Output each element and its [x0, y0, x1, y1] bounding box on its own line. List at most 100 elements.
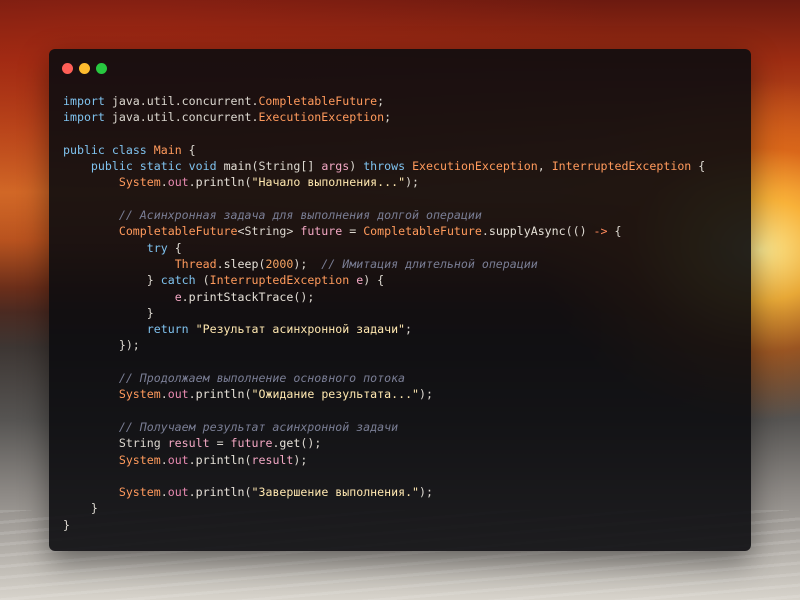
code-token-str: "Ожидание результата..." — [251, 387, 420, 402]
code-line: public class Main { — [63, 142, 705, 158]
code-line: // Продолжаем выполнение основного поток… — [63, 370, 705, 386]
code-line: Thread.sleep(2000); // Имитация длительн… — [63, 256, 705, 272]
code-token-plain: . — [188, 387, 196, 402]
close-dot-icon[interactable] — [62, 63, 73, 74]
code-token-plain: { — [167, 240, 182, 255]
code-token-fn: supplyAsync — [488, 224, 566, 239]
code-token-plain: java.util.concurrent. — [104, 110, 259, 125]
code-line: }); — [63, 337, 705, 353]
code-line: public static void main(String[] args) t… — [63, 158, 705, 174]
code-token-plain: }); — [63, 338, 140, 353]
code-token-type: ExecutionException — [258, 110, 385, 125]
code-token-plain: ( — [195, 273, 210, 288]
code-token-plain: } — [63, 501, 98, 516]
code-token-plain: . — [181, 289, 189, 304]
code-token-kw: import — [63, 94, 105, 108]
code-block: import java.util.concurrent.CompletableF… — [63, 93, 705, 533]
code-token-field: out — [167, 485, 189, 500]
code-token-field: out — [167, 452, 189, 467]
code-token-kw: try — [146, 240, 168, 255]
code-token-plain: . — [216, 256, 224, 271]
code-line: System.out.println("Ожидание результата.… — [63, 386, 705, 402]
code-token-plain: . — [160, 387, 168, 402]
code-token-arrow: -> — [593, 224, 608, 239]
code-token-plain: { — [607, 224, 622, 239]
code-token-kw: static — [139, 159, 182, 174]
code-token-plain: ); — [419, 485, 434, 500]
code-token-plain: java.util.concurrent. — [104, 94, 259, 108]
code-token-kw: public — [63, 142, 105, 157]
code-token-kw: void — [188, 159, 217, 174]
code-token-type: System — [118, 485, 161, 500]
code-token-plain: ( — [244, 175, 252, 190]
code-token-kw: catch — [160, 273, 196, 288]
minimize-dot-icon[interactable] — [79, 63, 90, 74]
code-token-plain: . — [160, 485, 168, 500]
code-token-plain: ( — [244, 485, 252, 500]
code-token-plain: (() — [565, 224, 594, 239]
code-token-plain: ); — [293, 452, 308, 467]
code-token-plain: String — [63, 436, 168, 451]
code-line: return "Результат асинхронной задачи"; — [63, 321, 705, 337]
code-token-fn: println — [195, 485, 245, 500]
code-token-cmt: // Получаем результат асинхронной задачи — [118, 419, 399, 434]
code-token-plain: ); — [293, 256, 322, 271]
maximize-dot-icon[interactable] — [96, 63, 107, 74]
code-token-plain: . — [160, 452, 168, 467]
code-line: System.out.println("Завершение выполнени… — [63, 484, 705, 500]
code-token-cmt: // Имитация длительной операции — [321, 256, 538, 271]
code-window: import java.util.concurrent.CompletableF… — [49, 49, 751, 551]
code-token-type: Thread — [174, 256, 217, 271]
code-line: } — [63, 500, 705, 516]
code-token-plain: . — [188, 452, 196, 467]
code-token-type: CompletableFuture — [363, 224, 482, 239]
code-token-plain: { — [181, 142, 196, 157]
code-token-plain: { — [691, 159, 706, 174]
code-token-plain: . — [188, 175, 196, 190]
code-token-plain: ( — [244, 387, 252, 402]
code-token-field: out — [167, 175, 189, 190]
code-token-fn: println — [195, 452, 245, 467]
code-token-str: "Начало выполнения..." — [251, 175, 406, 190]
code-token-plain: ( — [244, 452, 252, 467]
code-token-type: InterruptedException — [551, 159, 692, 174]
code-line: CompletableFuture<String> future = Compl… — [63, 223, 705, 239]
code-token-cmt: // Асинхронная задача для выполнения дол… — [118, 208, 482, 223]
code-token-plain: ; — [377, 94, 385, 108]
code-token-fn: main — [223, 159, 252, 174]
code-token-fn: println — [195, 387, 245, 402]
code-line: System.out.println(result); — [63, 452, 705, 468]
code-line: e.printStackTrace(); — [63, 289, 705, 305]
code-token-plain: ; — [405, 322, 413, 337]
code-token-var: future — [230, 436, 273, 451]
code-token-plain: ); — [419, 387, 434, 402]
code-token-fn: printStackTrace — [188, 289, 294, 304]
code-token-kw: class — [111, 142, 147, 157]
code-token-type: System — [118, 175, 161, 190]
code-token-var: result — [167, 436, 210, 451]
code-token-plain: . — [160, 175, 168, 190]
code-token-plain: } — [63, 273, 161, 288]
code-line: try { — [63, 240, 705, 256]
code-token-cmt: // Продолжаем выполнение основного поток… — [118, 371, 406, 386]
code-token-fn: get — [279, 436, 301, 451]
code-line: import java.util.concurrent.CompletableF… — [63, 93, 705, 109]
code-token-type: CompletableFuture — [258, 94, 378, 108]
